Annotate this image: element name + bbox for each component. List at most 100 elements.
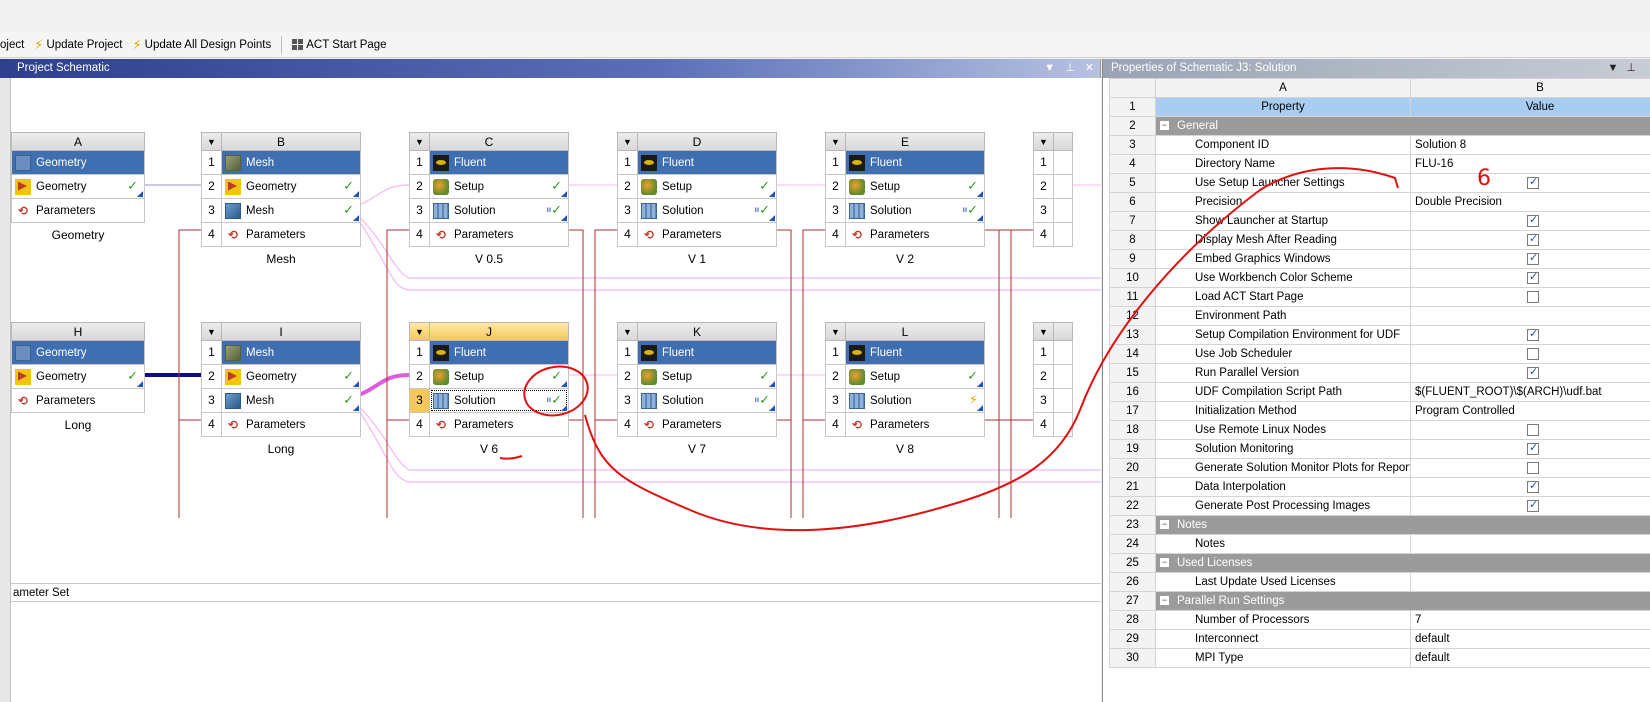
property-row[interactable]: 15 Run Parallel Version (1109, 363, 1650, 383)
system-j[interactable]: ▼ J 1 Fluent 2 Setup ✓ 3 Solution ıı✓ 4 ⟲ Parameters… (409, 322, 569, 456)
edge-row[interactable]: 2 (1033, 365, 1073, 389)
system-header[interactable]: ▼ B (201, 132, 361, 151)
cell-solution[interactable]: 3 Solution ıı✓ (825, 199, 985, 223)
cell-parameters[interactable]: 4 ⟲ Parameters (617, 413, 777, 437)
property-checkbox[interactable] (1527, 441, 1539, 455)
edge-row[interactable]: 2 (1033, 175, 1073, 199)
property-value-cell[interactable] (1410, 439, 1650, 459)
property-value-cell[interactable] (1410, 496, 1650, 516)
system-menu-icon[interactable]: ▼ (1034, 323, 1054, 341)
cell-setup[interactable]: 2 Setup ✓ (825, 365, 985, 389)
property-value-cell[interactable] (1410, 325, 1650, 345)
property-value-cell[interactable] (1410, 363, 1650, 383)
system-menu-icon[interactable]: ▼ (826, 323, 846, 341)
property-row[interactable]: 16 UDF Compilation Script Path $(FLUENT_RO… (1109, 382, 1650, 402)
cell-setup[interactable]: 2 Setup ✓ (617, 175, 777, 199)
pin-icon[interactable]: ⊥ (1065, 59, 1075, 78)
property-checkbox[interactable] (1527, 175, 1539, 189)
edge-row[interactable]: 3 (1033, 199, 1073, 223)
system-type-row[interactable]: 1 Fluent (825, 151, 985, 175)
property-value-cell[interactable] (1410, 173, 1650, 193)
property-value-cell[interactable]: Program Controlled▼ (1410, 401, 1650, 421)
system-header[interactable]: A (11, 132, 145, 151)
system-b[interactable]: ▼ B 1 Mesh 2 Geometry ✓ 3 Mesh ✓ 4 ⟲ Parameters Mesh (201, 132, 361, 266)
property-row[interactable]: 24 Notes (1109, 534, 1650, 554)
property-checkbox[interactable] (1527, 290, 1539, 303)
property-row[interactable]: 20 Generate Solution Monitor Plots for Re… (1109, 458, 1650, 478)
collapse-icon[interactable]: − (1160, 121, 1169, 131)
system-c[interactable]: ▼ C 1 Fluent 2 Setup ✓ 3 Solution ıı✓ 4 ⟲ Parameters… (409, 132, 569, 266)
cell-parameters[interactable]: 4 ⟲ Parameters (409, 223, 569, 247)
property-row[interactable]: 14 Use Job Scheduler (1109, 344, 1650, 364)
close-icon[interactable]: ✕ (1085, 59, 1094, 78)
cell-geometry[interactable]: Geometry ✓ (11, 175, 145, 199)
cell-solution[interactable]: 3 Solution ıı✓ (617, 389, 777, 413)
system-type-row[interactable]: 1 Mesh (201, 151, 361, 175)
cell-solution[interactable]: 3 Solution ıı✓ (409, 199, 569, 223)
parameter-set-bar[interactable]: ameter Set (11, 583, 1101, 602)
property-value-cell[interactable]: Solution 8 (1410, 135, 1650, 155)
cell-parameters[interactable]: 4 ⟲ Parameters (201, 223, 361, 247)
property-checkbox[interactable] (1527, 479, 1539, 493)
property-checkbox[interactable] (1527, 213, 1539, 227)
property-row[interactable]: 29 Interconnect default (1109, 629, 1650, 649)
system-type-row[interactable]: Geometry (11, 151, 145, 175)
property-row[interactable]: 11 Load ACT Start Page (1109, 287, 1650, 307)
system-type-row[interactable]: 1 Fluent (825, 341, 985, 365)
system-menu-icon[interactable]: ▼ (618, 133, 638, 151)
property-value-cell[interactable]: default (1410, 648, 1650, 668)
system-name[interactable]: V 7 (617, 442, 777, 456)
property-value-cell[interactable]: default (1410, 629, 1650, 649)
system-header[interactable]: ▼ (1033, 132, 1073, 151)
system-header[interactable]: ▼ D (617, 132, 777, 151)
system-name[interactable]: V 0.5 (409, 252, 569, 266)
system-h[interactable]: H Geometry Geometry ✓ ⟲ Parameters Long (11, 322, 145, 432)
system-i[interactable]: ▼ I 1 Mesh 2 Geometry ✓ 3 Mesh ✓ 4 ⟲ Parameters Long (201, 322, 361, 456)
system-clipped[interactable]: ▼ 1 2 3 4 (1033, 322, 1073, 437)
edge-row[interactable]: 4 (1033, 223, 1073, 247)
system-name[interactable]: V 6 (409, 442, 569, 456)
system-name[interactable]: Geometry (11, 228, 145, 242)
property-checkbox[interactable] (1527, 270, 1539, 284)
property-value-cell[interactable] (1410, 230, 1650, 250)
property-value-cell[interactable] (1410, 534, 1650, 554)
property-checkbox[interactable] (1527, 251, 1539, 265)
property-row[interactable]: 26 Last Update Used Licenses (1109, 572, 1650, 592)
property-checkbox[interactable] (1527, 461, 1539, 474)
property-group-row[interactable]: 23− Notes (1109, 515, 1650, 535)
property-row[interactable]: 5 Use Setup Launcher Settings (1109, 173, 1650, 193)
system-name[interactable]: V 1 (617, 252, 777, 266)
system-k[interactable]: ▼ K 1 Fluent 2 Setup ✓ 3 Solution ıı✓ 4 ⟲ Parameters… (617, 322, 777, 456)
system-header[interactable]: H (11, 322, 145, 341)
cell-geometry[interactable]: 2 Geometry ✓ (201, 365, 361, 389)
property-row[interactable]: 1 Property Value (1109, 97, 1650, 117)
cell-parameters[interactable]: 4 ⟲ Parameters (825, 413, 985, 437)
property-checkbox[interactable] (1527, 498, 1539, 512)
system-menu-icon[interactable]: ▼ (410, 323, 430, 341)
property-row[interactable]: 21 Data Interpolation (1109, 477, 1650, 497)
property-checkbox[interactable] (1527, 423, 1539, 436)
cell-solution[interactable]: 3 Solution ıı✓ (409, 389, 569, 413)
cell-setup[interactable]: 2 Setup ✓ (409, 365, 569, 389)
system-e[interactable]: ▼ E 1 Fluent 2 Setup ✓ 3 Solution ıı✓ 4 ⟲ Parameters… (825, 132, 985, 266)
system-header[interactable]: ▼ K (617, 322, 777, 341)
property-row[interactable]: 19 Solution Monitoring (1109, 439, 1650, 459)
collapse-icon[interactable]: − (1160, 520, 1169, 530)
property-row[interactable]: 6 Precision Double Precision (1109, 192, 1650, 212)
system-menu-icon[interactable]: ▼ (826, 133, 846, 151)
property-row[interactable]: 30 MPI Type default (1109, 648, 1650, 668)
cell-solution[interactable]: 3 Solution ıı✓ (617, 199, 777, 223)
property-value-cell[interactable] (1410, 249, 1650, 269)
system-type-row[interactable]: 1 Fluent (409, 341, 569, 365)
system-menu-icon[interactable]: ▼ (202, 133, 222, 151)
property-value-cell[interactable]: Double Precision (1410, 192, 1650, 212)
edge-row[interactable]: 4 (1033, 413, 1073, 437)
system-header[interactable]: ▼ E (825, 132, 985, 151)
property-row[interactable]: 13 Setup Compilation Environment for UDF (1109, 325, 1650, 345)
system-menu-icon[interactable]: ▼ (1034, 133, 1054, 151)
property-row[interactable]: 28 Number of Processors 7 (1109, 610, 1650, 630)
cell-parameters[interactable]: 4 ⟲ Parameters (201, 413, 361, 437)
system-header[interactable]: ▼ C (409, 132, 569, 151)
system-clipped[interactable]: ▼ 1 2 3 4 (1033, 132, 1073, 247)
update-all-design-points-button[interactable]: ⚡ Update All Design Points (133, 37, 272, 53)
